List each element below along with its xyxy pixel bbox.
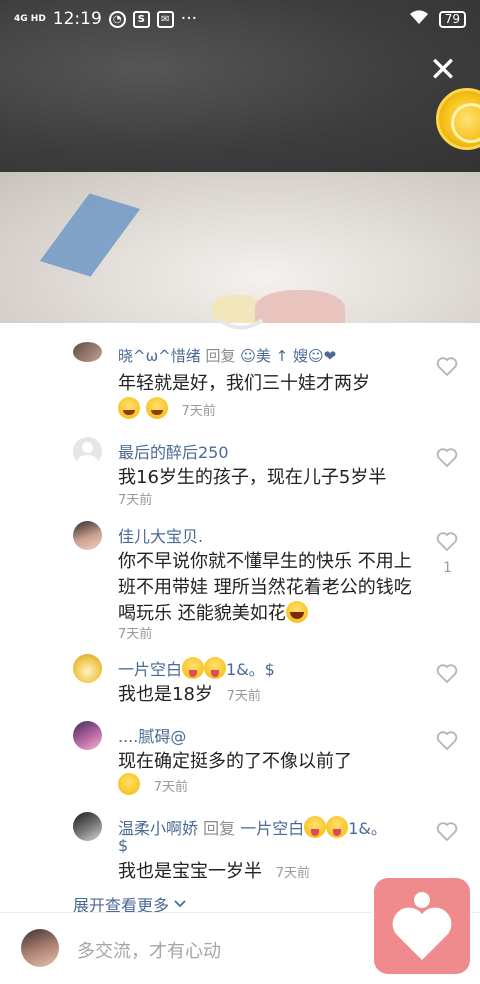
heart-like-button[interactable]: [374, 878, 470, 974]
expand-more-button[interactable]: 展开查看更多: [73, 892, 187, 913]
avatar[interactable]: [73, 437, 102, 466]
comment-author[interactable]: 最后的醉后250: [118, 439, 229, 463]
comment-author[interactable]: 一片空白 1&。$: [118, 656, 275, 680]
avatar[interactable]: [73, 521, 102, 550]
crying-emoji-icon: [118, 397, 140, 419]
like-heart-icon[interactable]: [436, 357, 458, 377]
battery-icon: 79: [438, 10, 466, 28]
wifi-icon: [409, 9, 429, 30]
video-player[interactable]: [0, 0, 480, 323]
comment-time: 7天前: [118, 493, 153, 508]
notification-icon: ◔: [108, 10, 126, 28]
comment-text: 我也是宝宝一岁半 7天前: [118, 861, 311, 882]
like-heart-icon[interactable]: [436, 664, 458, 684]
avatar[interactable]: [73, 812, 102, 841]
my-avatar[interactable]: [21, 929, 59, 967]
comment-meta: 7天前: [118, 397, 418, 425]
chevron-down-icon: [174, 900, 186, 908]
tongue-emoji-icon: [304, 816, 327, 838]
like-heart-icon[interactable]: [436, 822, 458, 842]
app-icon-s: S: [132, 10, 150, 28]
comment-meta: 7天前: [118, 773, 418, 801]
comment-text: 你不早说你就不懂早生的快乐 不用上班不用带娃 理所当然花着老公的钱吃喝玩乐 还能…: [118, 551, 412, 624]
tongue-emoji-icon: [326, 816, 349, 838]
comment-author[interactable]: 晓^ω^惜绪 回复 ☺美 ↑ 嫂☺❤: [118, 345, 336, 366]
tongue-emoji-icon: [204, 657, 227, 679]
status-bar: 4G HD 12:19 ◔ S ✉ ··· 79: [0, 0, 480, 38]
more-icon: ···: [180, 9, 198, 29]
signal-icon: 4G HD: [14, 13, 46, 24]
like-heart-icon[interactable]: [436, 731, 458, 751]
status-time: 12:19: [52, 9, 102, 29]
avatar[interactable]: [73, 342, 102, 362]
comment-list[interactable]: 晓^ω^惜绪 回复 ☺美 ↑ 嫂☺❤ 年轻就是好，我们三十娃才两岁 7天前 最后…: [0, 323, 480, 913]
pink-fabric: [255, 290, 345, 323]
smile-emoji-icon: [118, 773, 140, 795]
app-icon-mail: ✉: [156, 10, 174, 28]
tongue-emoji-icon: [182, 657, 205, 679]
crying-emoji-icon: [145, 397, 168, 419]
like-heart-icon[interactable]: [436, 448, 458, 468]
avatar[interactable]: [73, 654, 102, 683]
comment-text: 现在确定挺多的了不像以前了: [118, 751, 352, 772]
comment-time: 7天前: [118, 627, 153, 642]
collapse-chevron-icon[interactable]: [218, 318, 264, 334]
comment-author-continued: $: [118, 836, 129, 855]
comment-author[interactable]: 佳儿大宝贝.: [118, 523, 203, 547]
close-icon[interactable]: ✕: [428, 53, 458, 87]
avatar[interactable]: [73, 721, 102, 750]
comment-author[interactable]: ....腻碍@: [118, 723, 186, 747]
comment-input[interactable]: 多交流，才有心动: [77, 937, 221, 963]
like-heart-icon[interactable]: [436, 532, 458, 552]
like-count: 1: [443, 560, 452, 576]
comment-author[interactable]: 温柔小啊娇 回复 一片空白 1&。: [118, 815, 387, 839]
comment-text: 我也是18岁 7天前: [118, 684, 261, 705]
comment-text: 年轻就是好，我们三十娃才两岁: [118, 373, 370, 394]
heart-person-icon: [392, 892, 452, 960]
